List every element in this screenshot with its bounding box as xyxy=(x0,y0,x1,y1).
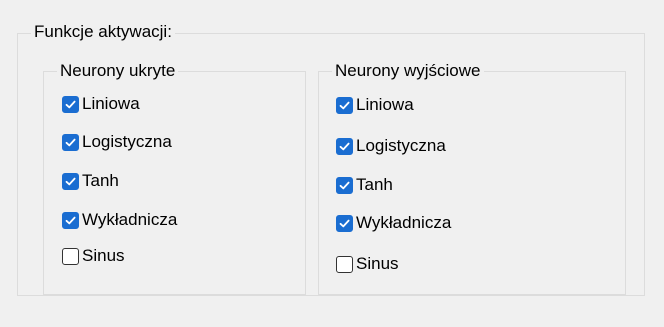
output-checkbox-tanh[interactable]: Tanh xyxy=(336,174,393,196)
hidden-checkbox-sinus[interactable]: Sinus xyxy=(62,245,125,267)
checkbox-label: Liniowa xyxy=(82,94,140,113)
checkbox-label: Liniowa xyxy=(356,95,414,114)
checkbox-label: Wykładnicza xyxy=(82,210,178,229)
activation-functions-title: Funkcje aktywacji: xyxy=(31,22,175,42)
checkbox-label: Sinus xyxy=(82,246,125,265)
checkmark-icon[interactable] xyxy=(62,95,79,113)
checkmark-icon[interactable] xyxy=(336,137,353,155)
checkmark-icon[interactable] xyxy=(336,176,353,194)
checkmark-icon[interactable] xyxy=(336,214,353,232)
checkmark-icon[interactable] xyxy=(62,211,79,229)
checkbox-label: Logistyczna xyxy=(356,136,446,155)
output-checkbox-logistyczna[interactable]: Logistyczna xyxy=(336,135,446,157)
hidden-checkbox-liniowa[interactable]: Liniowa xyxy=(62,93,140,115)
empty-checkbox-icon[interactable] xyxy=(62,247,79,265)
hidden-checkbox-logistyczna[interactable]: Logistyczna xyxy=(62,131,172,153)
checkbox-label: Wykładnicza xyxy=(356,213,452,232)
checkbox-label: Sinus xyxy=(356,254,399,273)
checkmark-icon[interactable] xyxy=(336,96,353,114)
checkmark-icon[interactable] xyxy=(62,133,79,151)
output-checkbox-wykladnicza[interactable]: Wykładnicza xyxy=(336,212,451,234)
hidden-checkbox-wykladnicza[interactable]: Wykładnicza xyxy=(62,209,177,231)
hidden-checkbox-tanh[interactable]: Tanh xyxy=(62,170,119,192)
checkbox-label: Tanh xyxy=(356,175,393,194)
output-checkbox-liniowa[interactable]: Liniowa xyxy=(336,94,414,116)
checkmark-icon[interactable] xyxy=(62,172,79,190)
checkbox-label: Logistyczna xyxy=(82,132,172,151)
output-checkbox-sinus[interactable]: Sinus xyxy=(336,253,399,275)
hidden-neurons-title: Neurony ukryte xyxy=(57,61,179,81)
empty-checkbox-icon[interactable] xyxy=(336,255,353,273)
output-neurons-title: Neurony wyjściowe xyxy=(332,61,484,81)
checkbox-label: Tanh xyxy=(82,171,119,190)
